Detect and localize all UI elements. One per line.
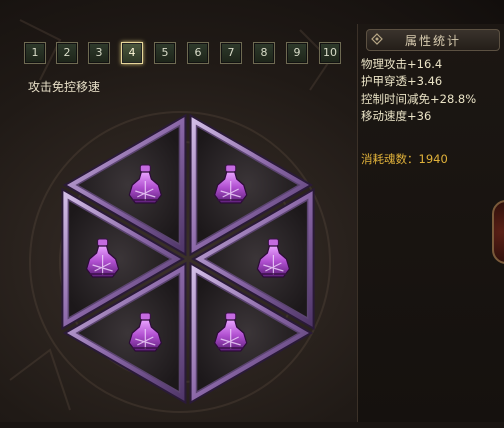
attribute-panel-header: 属性统计 [366, 29, 500, 51]
tab-3[interactable]: 3 [88, 42, 110, 64]
tab-4[interactable]: 4 [121, 42, 143, 64]
stat-physical-attack: 物理攻击+16.4 [361, 57, 443, 71]
tab-5[interactable]: 5 [154, 42, 176, 64]
tab-6[interactable]: 6 [187, 42, 209, 64]
tab-2[interactable]: 2 [56, 42, 78, 64]
round-button-edge[interactable] [492, 200, 504, 264]
tab-8[interactable]: 8 [253, 42, 275, 64]
tab-9[interactable]: 9 [286, 42, 308, 64]
attribute-stats-list: 物理攻击+16.4 护甲穿透+3.46 控制时间减免+28.8% 移动速度+36 [361, 56, 476, 126]
tab-7[interactable]: 7 [220, 42, 242, 64]
stat-control-reduction: 控制时间减免+28.8% [361, 91, 477, 106]
set-subtitle: 攻击免控移速 [28, 80, 101, 94]
tab-10[interactable]: 10 [319, 42, 341, 64]
attribute-panel-title: 属性统计 [404, 34, 461, 48]
hexagon-slot-grid [40, 94, 336, 424]
stat-move-speed: 移动速度+36 [361, 109, 432, 124]
soul-cost: 消耗魂数：1940 [361, 152, 448, 166]
stat-armor-penetration: 护甲穿透+3.46 [361, 74, 443, 89]
tab-1[interactable]: 1 [24, 42, 46, 64]
